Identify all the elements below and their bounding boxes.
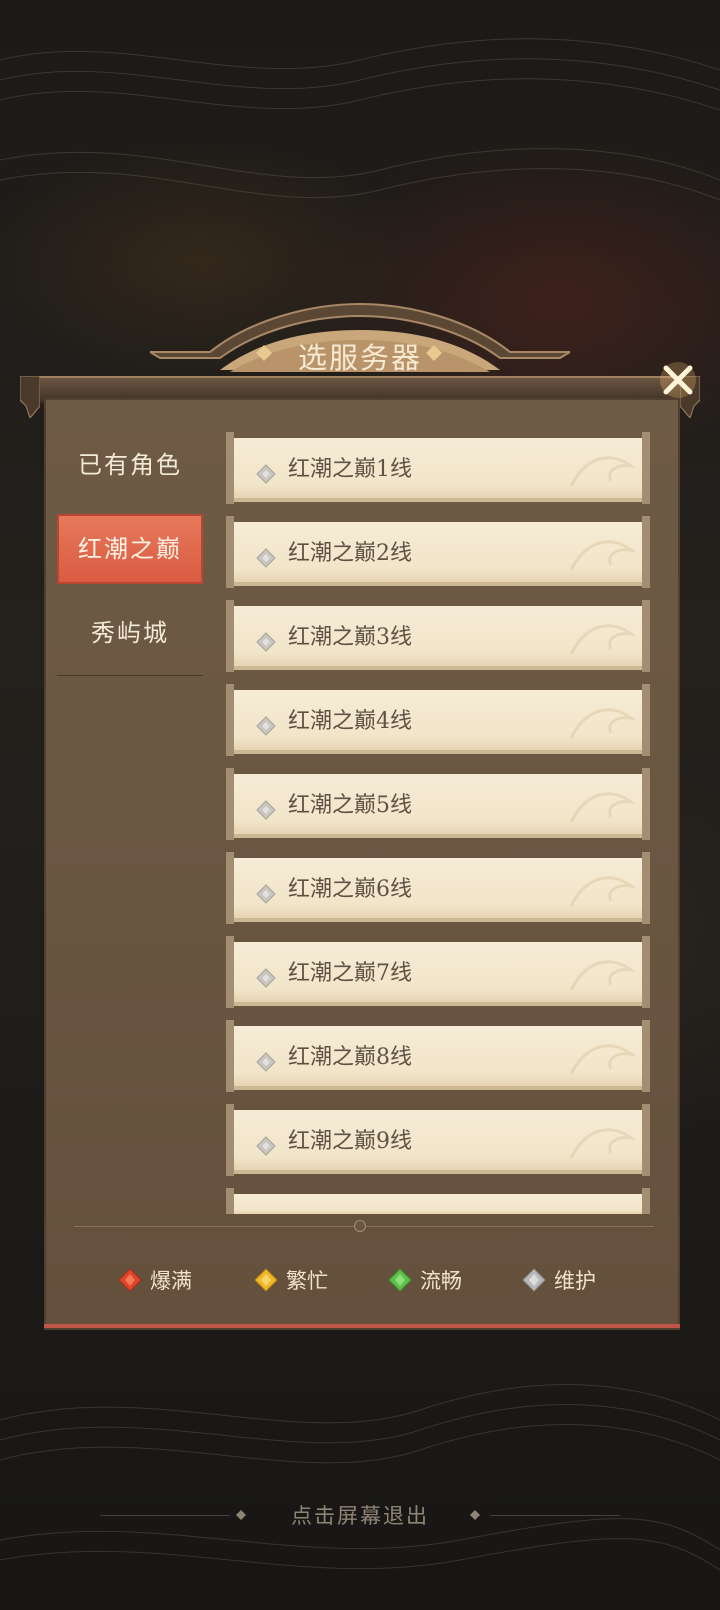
status-maintenance-icon: [256, 632, 276, 652]
server-row[interactable]: 红潮之巅2线: [226, 516, 650, 588]
status-smooth-icon: [388, 1268, 412, 1292]
sidebar-item-xiuyu-cheng[interactable]: 秀屿城: [57, 598, 203, 668]
server-name: 红潮之巅6线: [288, 877, 412, 902]
legend-busy: 繁忙: [254, 1262, 328, 1298]
status-maintenance-icon: [256, 884, 276, 904]
status-maintenance-icon: [256, 716, 276, 736]
status-maintenance-icon: [256, 1052, 276, 1072]
server-row[interactable]: 红潮之巅1线: [226, 432, 650, 504]
server-name: 红潮之巅1线: [288, 457, 412, 482]
exit-tip-right-line: [490, 1515, 620, 1516]
server-row[interactable]: 红潮之巅7线: [226, 936, 650, 1008]
server-row[interactable]: 红潮之巅5线: [226, 768, 650, 840]
status-maintenance-icon: [522, 1268, 546, 1292]
status-busy-icon: [254, 1268, 278, 1292]
server-row[interactable]: 红潮之巅6线: [226, 852, 650, 924]
server-name: 红潮之巅3线: [288, 625, 412, 650]
legend-full: 爆满: [118, 1262, 192, 1298]
status-full-icon: [118, 1268, 142, 1292]
status-maintenance-icon: [256, 464, 276, 484]
status-maintenance-icon: [256, 548, 276, 568]
exit-tip-right-ornament-icon: [470, 1510, 480, 1520]
dialog-title: 选服务器: [297, 341, 422, 375]
beam-left-end: [20, 376, 40, 418]
legend-divider-knot: [354, 1220, 366, 1232]
status-maintenance-icon: [256, 968, 276, 988]
sidebar-item-existing-characters[interactable]: 已有角色: [57, 430, 203, 500]
server-name: 红潮之巅4线: [288, 709, 412, 734]
server-group-sidebar: 已有角色 红潮之巅 秀屿城: [57, 430, 203, 680]
server-row[interactable]: 红潮之巅4线: [226, 684, 650, 756]
status-maintenance-icon: [256, 800, 276, 820]
sidebar-item-hongchao-zhidian[interactable]: 红潮之巅: [57, 514, 203, 584]
server-row[interactable]: 红潮之巅8线: [226, 1020, 650, 1092]
server-name: 红潮之巅7线: [288, 961, 412, 986]
server-name: 红潮之巅5线: [288, 793, 412, 818]
server-name: 红潮之巅8线: [288, 1045, 412, 1070]
status-maintenance-icon: [256, 1136, 276, 1156]
legend-maintenance: 维护: [522, 1262, 596, 1298]
panel-bottom-edge: [44, 1324, 680, 1328]
server-name: 红潮之巅2线: [288, 541, 412, 566]
server-list: 红潮之巅1线 红潮之巅2线 红潮之巅3线 红潮之巅4线 红潮之巅5线 红潮之巅6…: [226, 430, 650, 1214]
server-row[interactable]: 红潮之巅3线: [226, 600, 650, 672]
server-row-partial[interactable]: [226, 1188, 650, 1214]
sidebar-divider: [57, 675, 203, 676]
legend-smooth: 流畅: [388, 1262, 462, 1298]
close-x-icon[interactable]: [658, 360, 698, 400]
status-legend: 爆满 繁忙 流畅 维护: [118, 1262, 638, 1298]
title-right-ornament-icon: [426, 345, 442, 361]
server-row[interactable]: 红潮之巅9线: [226, 1104, 650, 1176]
server-name: 红潮之巅9线: [288, 1129, 412, 1154]
